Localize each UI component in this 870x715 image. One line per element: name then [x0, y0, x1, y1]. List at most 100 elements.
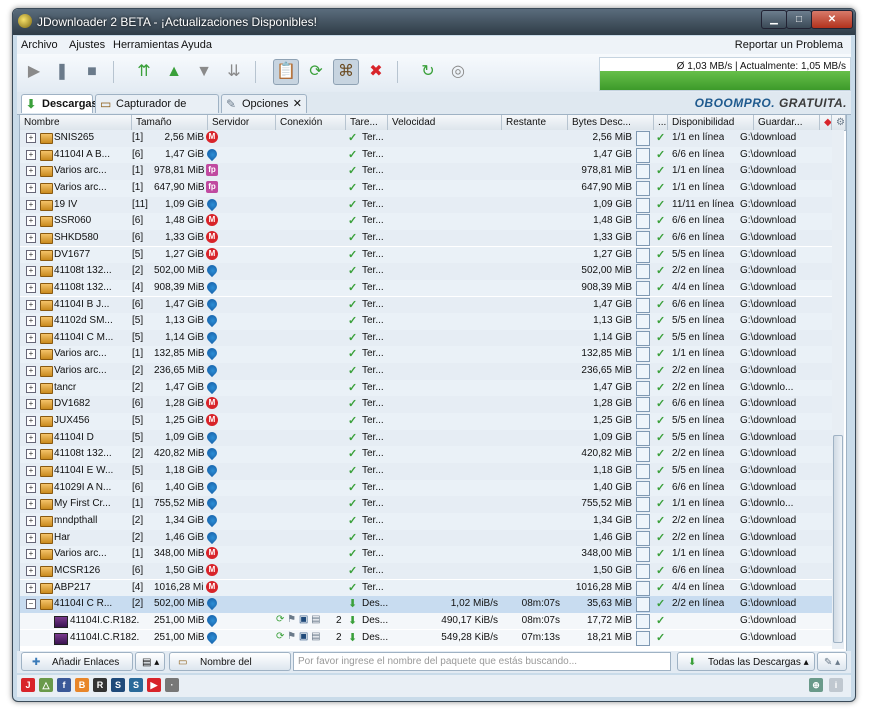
file-row[interactable]: 41104I.C.R182. 251,00 MiB ⟳ ⚑ ▣ ▤ 2 ⬇ Des... 4… [20, 612, 832, 630]
auto-reconnect-icon[interactable]: ⟳ [303, 59, 329, 85]
package-row[interactable]: + My First Cr... [1] 755,52 MiB ✓ Ter... 755,5… [20, 496, 832, 513]
expand-toggle-icon[interactable]: + [26, 282, 36, 293]
package-row[interactable]: + SHKD580 [6] 1,33 GiB M ✓ Ter... 1,33 GiB ✓ 6/6 … [20, 229, 832, 247]
expand-toggle-icon[interactable]: + [26, 149, 36, 160]
package-row[interactable]: +41104I A B... [6] 1,47 GiB ✓ Ter... 1,47 GiB… [20, 146, 832, 164]
expand-toggle-icon[interactable]: + [26, 466, 36, 476]
menu-herramientas[interactable]: Herramientas [113, 39, 179, 51]
youtube-icon[interactable]: ▶ [147, 678, 161, 692]
expand-toggle-icon[interactable]: + [26, 565, 36, 576]
info-icon[interactable]: i [829, 678, 843, 692]
update-icon[interactable]: ◎ [445, 59, 471, 85]
expand-toggle-icon[interactable]: + [26, 216, 36, 227]
expand-toggle-icon[interactable]: + [26, 316, 36, 327]
expand-toggle-icon[interactable]: + [26, 199, 36, 210]
expand-toggle-icon[interactable]: + [26, 332, 36, 343]
package-row[interactable]: + JUX456 [5] 1,25 GiB M ✓ Ter... 1,25 GiB ✓ 5/5 e… [20, 413, 832, 430]
expand-toggle-icon[interactable]: + [26, 366, 36, 377]
expand-toggle-icon[interactable]: + [26, 515, 36, 526]
reconnect-icon[interactable]: ↻ [415, 59, 441, 85]
column-settings-icon[interactable]: ⚙ [832, 115, 846, 130]
move-bottom-icon[interactable]: ⇊ [221, 59, 247, 85]
col-servidor[interactable]: Servidor [208, 115, 276, 130]
expand-toggle-icon[interactable]: − [26, 599, 36, 610]
misc-icon[interactable]: · [165, 678, 179, 692]
menu-ayuda[interactable]: Ayuda [181, 39, 212, 51]
col-restante[interactable]: Restante [502, 115, 568, 130]
package-row[interactable]: +19 IV [11] 1,09 GiB ✓ Ter... 1,09 GiB ✓ 11/11 … [20, 196, 832, 214]
package-row[interactable]: + mndpthall [2] 1,34 GiB ✓ Ter... 1,34 GiB ✓ 2/2… [20, 512, 832, 530]
package-row[interactable]: + Varios arc... [2] 236,65 MiB ✓ Ter... 236,65… [20, 363, 832, 380]
expand-toggle-icon[interactable]: + [26, 532, 36, 543]
tab-opciones[interactable]: ✎ Opciones ✕ [221, 94, 307, 113]
expand-toggle-icon[interactable]: + [26, 432, 36, 443]
package-row[interactable]: + tancr [2] 1,47 GiB ✓ Ter... 1,47 GiB ✓ 2/2 en … [20, 379, 832, 397]
tools-button[interactable]: ✎ ▴ [817, 652, 847, 671]
add-links-button[interactable]: ✚ Añadir Enlaces [21, 652, 133, 671]
column-add-icon[interactable]: ◆ [820, 115, 832, 130]
col-progress[interactable]: ... [654, 115, 668, 130]
expand-toggle-icon[interactable]: + [26, 582, 36, 593]
tab-descargas[interactable]: ⬇ Descargas [21, 94, 98, 113]
package-row[interactable]: + SNIS265 [1] 2,56 MiB M ✓ Ter... 2,56 MiB ✓ 1/1 … [20, 130, 832, 147]
maximize-button[interactable]: □ [786, 10, 812, 29]
scrollbar-thumb[interactable] [833, 435, 843, 643]
move-up-icon[interactable]: ▲ [161, 59, 187, 85]
facebook-icon[interactable]: f [57, 678, 71, 692]
package-row[interactable]: + Varios arc... [1] 348,00 MiB M ✓ Ter... 348,0… [20, 546, 832, 563]
clipboard-monitor-icon[interactable]: 📋 [273, 59, 299, 85]
silent-mode-icon[interactable]: ✖ [363, 59, 389, 85]
expand-toggle-icon[interactable]: + [26, 449, 36, 460]
move-top-icon[interactable]: ⇈ [131, 59, 157, 85]
expand-toggle-icon[interactable]: + [26, 382, 36, 393]
vertical-scrollbar[interactable] [832, 130, 844, 649]
pause-icon[interactable]: ❚ [49, 59, 75, 85]
close-window-button[interactable]: ✕ [811, 10, 853, 29]
dropdown-button[interactable]: ▤ ▴ [135, 652, 165, 671]
minimize-button[interactable]: ▁ [761, 10, 787, 29]
expand-toggle-icon[interactable]: + [26, 399, 36, 410]
package-name-filter[interactable]: ▭ Nombre del paquete ▴ [169, 652, 291, 687]
expand-toggle-icon[interactable]: + [26, 349, 36, 360]
all-downloads-button[interactable]: ⬇ Todas las Descargas ▴ [677, 652, 815, 671]
blogger-icon[interactable]: B [75, 678, 89, 692]
package-row[interactable]: +41102d SM... [5] 1,13 GiB ✓ Ter... 1,13 GiB ✓… [20, 313, 832, 330]
package-row[interactable]: +41108t 132... [2] 420,82 MiB ✓ Ter... 420,82… [20, 446, 832, 463]
tab-close-icon[interactable]: ✕ [293, 95, 302, 114]
package-row[interactable]: + DV1677 [5] 1,27 GiB M ✓ Ter... 1,27 GiB ✓ 5/5 e… [20, 246, 832, 264]
package-row[interactable]: +41029I A N... [6] 1,40 GiB ✓ Ter... 1,40 GiB… [20, 479, 832, 497]
package-row[interactable]: +41104I D [5] 1,09 GiB ✓ Ter... 1,09 GiB ✓ 5/5 … [20, 429, 832, 447]
expand-toggle-icon[interactable]: + [26, 182, 36, 193]
col-nombre[interactable]: Nombre [20, 115, 132, 130]
expand-toggle-icon[interactable]: + [26, 249, 36, 260]
expand-toggle-icon[interactable]: + [26, 166, 36, 177]
col-tarea[interactable]: Tare... [346, 115, 388, 130]
expand-toggle-icon[interactable]: + [26, 499, 36, 510]
col-disponibilidad[interactable]: Disponibilidad [668, 115, 754, 130]
share-icon[interactable]: △ [39, 678, 53, 692]
package-row[interactable]: + SSR060 [6] 1,48 GiB M ✓ Ter... 1,48 GiB ✓ 6/6 e… [20, 213, 832, 230]
premium-icon[interactable]: ⌘ [333, 59, 359, 85]
package-row[interactable]: + Varios arc... [1] 647,90 MiB fp ✓ Ter... 647,… [20, 179, 832, 197]
s2-icon[interactable]: S [129, 678, 143, 692]
col-guardar[interactable]: Guardar... [754, 115, 820, 130]
file-row[interactable]: 41104I.C.R182. 251,00 MiB ⟳ ⚑ ▣ ▤ 2 ⬇ Des... 5… [20, 629, 832, 647]
jdownloader-icon[interactable]: J [21, 678, 35, 692]
expand-toggle-icon[interactable]: + [26, 482, 36, 493]
start-icon[interactable]: ▶ [21, 59, 47, 85]
package-row[interactable]: +41104I B J... [6] 1,47 GiB ✓ Ter... 1,47 GiB… [20, 296, 832, 314]
col-conexion[interactable]: Conexión [276, 115, 346, 130]
expand-toggle-icon[interactable]: + [26, 266, 36, 277]
package-row[interactable]: +41108t 132... [4] 908,39 MiB ✓ Ter... 908,39… [20, 279, 832, 297]
col-velocidad[interactable]: Velocidad [388, 115, 502, 130]
package-row[interactable]: + Har [2] 1,46 GiB ✓ Ter... 1,46 GiB ✓ 2/2 en lí… [20, 529, 832, 547]
menu-ajustes[interactable]: Ajustes [69, 39, 105, 51]
r-icon[interactable]: R [93, 678, 107, 692]
move-down-icon[interactable]: ▼ [191, 59, 217, 85]
package-row[interactable]: + Varios arc... [1] 978,81 MiB fp ✓ Ter... 978,… [20, 163, 832, 180]
package-row[interactable]: +ABP217[4]1016,28 MiBM✓Ter...1016,28 MiB… [20, 579, 832, 597]
tab-capturador[interactable]: ▭ Capturador de Enlaces [95, 94, 219, 129]
expand-toggle-icon[interactable]: + [26, 299, 36, 310]
package-row[interactable]: +41108t 132... [2] 502,00 MiB ✓ Ter... 502,00… [20, 263, 832, 280]
package-row[interactable]: +41104I C M... [5] 1,14 GiB ✓ Ter... 1,14 GiB… [20, 329, 832, 347]
